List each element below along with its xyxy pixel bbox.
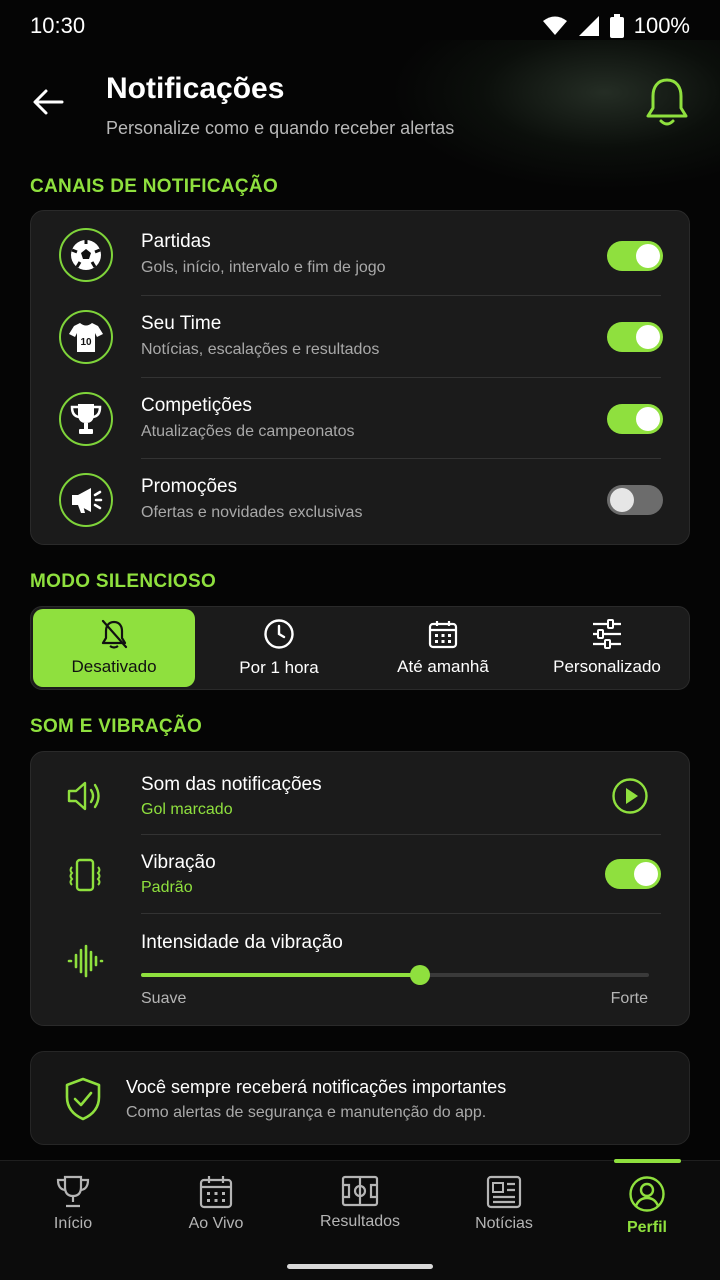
vibration-label: Vibração: [141, 852, 216, 873]
toggle-knob: [636, 407, 660, 431]
sound-card: Som das notificações Gol marcado Vibraçã…: [30, 751, 690, 1026]
silent-option-desativado[interactable]: Desativado: [33, 609, 195, 687]
nav-label: Ao Vivo: [188, 1215, 244, 1232]
nav-label: Resultados: [319, 1213, 401, 1230]
silent-option-label: Personalizado: [553, 657, 661, 676]
speaker-icon: [65, 776, 105, 816]
newspaper-icon: [486, 1175, 522, 1209]
silent-option-personalizado[interactable]: Personalizado: [525, 609, 689, 687]
channels-card: Partidas Gols, início, intervalo e fim d…: [30, 210, 690, 545]
notice-desc: Como alertas de segurança e manutenção d…: [126, 1104, 487, 1121]
page-title: Notificações: [106, 72, 285, 105]
bell-button[interactable]: [644, 76, 690, 133]
nav-label: Início: [53, 1215, 93, 1232]
channel-desc: Gols, início, intervalo e fim de jogo: [141, 259, 386, 276]
page-header: Notificações Personalize como e quando r…: [0, 52, 720, 162]
silent-mode-selector: Desativado Por 1 hora Até amanhã Persona…: [30, 606, 690, 690]
vibration-icon: [65, 855, 105, 895]
nav-item-noticias[interactable]: Notícias: [432, 1161, 576, 1251]
channel-row-competicoes[interactable]: Competições Atualizações de campeonatos: [31, 375, 691, 456]
slider-fill: [141, 973, 421, 977]
channel-row-seu-time[interactable]: 10 Seu Time Notícias, escalações e resul…: [31, 293, 691, 374]
status-time: 10:30: [30, 13, 86, 38]
clock-icon: [264, 619, 294, 649]
jersey-icon: 10: [59, 310, 113, 364]
battery-percent: 100%: [633, 13, 690, 38]
divider: [141, 913, 661, 914]
toggle-knob: [636, 244, 660, 268]
toggle-knob: [634, 862, 658, 886]
silent-mode-section-title: MODO SILENCIOSO: [30, 571, 217, 592]
play-sound-button[interactable]: [611, 777, 649, 820]
bottom-navigation: Início Ao Vivo Resultados Notícias Perfi…: [0, 1159, 720, 1280]
nav-label: Perfil: [626, 1219, 667, 1236]
bell-off-icon: [101, 619, 128, 649]
status-icons: 100%: [542, 13, 690, 39]
competicoes-toggle[interactable]: [607, 404, 663, 434]
intensity-max-label: Forte: [610, 990, 648, 1007]
intensity-label: Intensidade da vibração: [141, 932, 343, 953]
page-subtitle: Personalize como e quando receber alerta…: [106, 118, 455, 138]
bell-icon: [646, 78, 688, 126]
important-notice-card: Você sempre receberá notificações import…: [30, 1051, 690, 1145]
channel-row-promocoes[interactable]: Promoções Ofertas e novidades exclusivas: [31, 456, 691, 537]
field-icon: [341, 1175, 379, 1207]
slider-thumb[interactable]: [410, 965, 431, 985]
silent-option-label: Desativado: [71, 657, 157, 676]
profile-icon: [629, 1176, 665, 1212]
trophy-icon: [56, 1175, 90, 1208]
signal-icon: [578, 16, 599, 36]
notice-title: Você sempre receberá notificações import…: [126, 1077, 507, 1097]
channels-section-title: CANAIS DE NOTIFICAÇÃO: [30, 176, 279, 197]
toggle-knob: [636, 325, 660, 349]
calendar-icon: [428, 621, 458, 649]
channel-name: Partidas: [141, 231, 211, 252]
notification-sound-label: Som das notificações: [141, 774, 322, 795]
play-icon: [612, 778, 648, 814]
trophy-icon: [59, 392, 113, 446]
vibration-value: Padrão: [141, 879, 193, 896]
notification-sound-value: Gol marcado: [141, 801, 233, 818]
channel-name: Promoções: [141, 476, 238, 497]
megaphone-icon: [59, 473, 113, 527]
silent-option-label: Por 1 hora: [239, 658, 319, 677]
back-button[interactable]: [28, 82, 68, 122]
nav-item-inicio[interactable]: Início: [1, 1161, 145, 1251]
channel-name: Competições: [141, 395, 252, 416]
silent-option-label: Até amanhã: [397, 657, 489, 676]
shield-check-icon: [63, 1076, 103, 1127]
channel-desc: Atualizações de campeonatos: [141, 423, 355, 440]
waveform-icon: [65, 941, 105, 981]
home-indicator[interactable]: [287, 1264, 433, 1269]
sliders-icon: [593, 619, 621, 649]
wifi-icon: [542, 16, 567, 35]
nav-item-perfil[interactable]: Perfil: [575, 1161, 719, 1251]
channel-desc: Notícias, escalações e resultados: [141, 341, 380, 358]
calendar-icon: [199, 1176, 233, 1209]
vibration-toggle[interactable]: [605, 859, 661, 889]
silent-option-1-hora[interactable]: Por 1 hora: [197, 609, 361, 687]
nav-label: Notícias: [475, 1215, 533, 1232]
channel-desc: Ofertas e novidades exclusivas: [141, 504, 363, 521]
battery-icon: [609, 14, 624, 38]
intensity-min-label: Suave: [141, 990, 187, 1007]
seu-time-toggle[interactable]: [607, 322, 663, 352]
intensity-slider[interactable]: [141, 965, 649, 985]
partidas-toggle[interactable]: [607, 241, 663, 271]
sound-section-title: SOM E VIBRAÇÃO: [30, 716, 203, 737]
silent-option-ate-amanha[interactable]: Até amanhã: [361, 609, 525, 687]
toggle-knob: [610, 488, 634, 512]
promocoes-toggle[interactable]: [607, 485, 663, 515]
nav-item-resultados[interactable]: Resultados: [288, 1161, 432, 1251]
soccer-ball-icon: [59, 228, 113, 282]
channel-row-partidas[interactable]: Partidas Gols, início, intervalo e fim d…: [31, 211, 691, 292]
channel-name: Seu Time: [141, 313, 222, 334]
nav-item-ao-vivo[interactable]: Ao Vivo: [144, 1161, 288, 1251]
jersey-number: 10: [80, 337, 92, 348]
arrow-left-icon: [33, 89, 64, 115]
divider: [141, 834, 661, 835]
